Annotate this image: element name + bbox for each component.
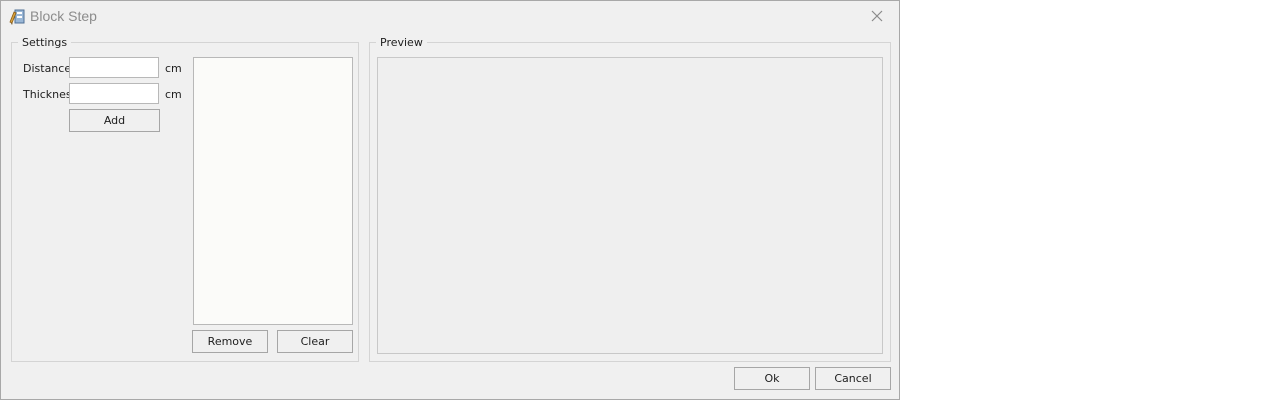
- title-bar[interactable]: Block Step: [1, 1, 899, 33]
- settings-legend: Settings: [22, 36, 68, 49]
- steps-list[interactable]: [193, 57, 353, 325]
- block-step-dialog: Block Step Settings Distance: cm Thickne…: [0, 0, 900, 400]
- thickness-unit: cm: [165, 88, 182, 101]
- app-icon: [9, 8, 26, 25]
- preview-legend: Preview: [380, 36, 423, 49]
- window-title: Block Step: [30, 8, 97, 24]
- close-icon[interactable]: [867, 7, 887, 27]
- distance-label: Distance:: [23, 62, 75, 75]
- ok-button[interactable]: Ok: [734, 367, 810, 390]
- add-button[interactable]: Add: [69, 109, 160, 132]
- clear-button[interactable]: Clear: [277, 330, 353, 353]
- preview-canvas: [377, 57, 883, 354]
- remove-button[interactable]: Remove: [192, 330, 268, 353]
- distance-unit: cm: [165, 62, 182, 75]
- distance-input[interactable]: [69, 57, 159, 78]
- thickness-input[interactable]: [69, 83, 159, 104]
- cancel-button[interactable]: Cancel: [815, 367, 891, 390]
